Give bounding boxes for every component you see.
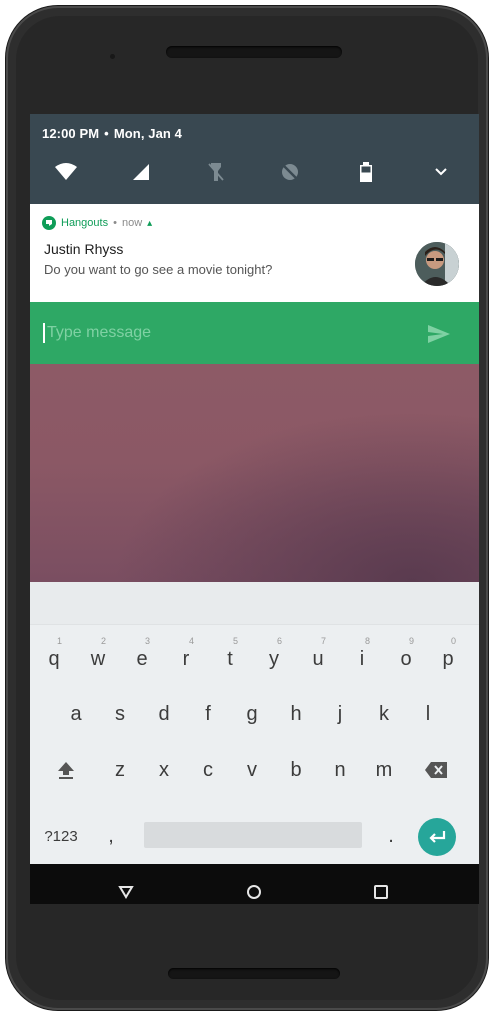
key-e[interactable]: 3e	[122, 632, 162, 680]
avatar	[415, 242, 459, 286]
home-icon[interactable]	[240, 878, 268, 904]
header-separator: •	[113, 217, 117, 229]
battery-icon[interactable]	[352, 158, 380, 186]
key-g[interactable]: g	[232, 690, 272, 738]
text-cursor	[43, 323, 45, 343]
backspace-key[interactable]	[416, 746, 456, 794]
wifi-icon[interactable]	[52, 158, 80, 186]
key-hint: 7	[320, 636, 326, 646]
key-t[interactable]: 5t	[210, 632, 250, 680]
key-k[interactable]: k	[364, 690, 404, 738]
key-s[interactable]: s	[100, 690, 140, 738]
keyboard: 1q 2w 3e 4r 5t 6y 7u 8i 9o 0p a s d f g …	[30, 582, 479, 864]
message-preview: Do you want to go see a movie tonight?	[44, 262, 273, 277]
hangouts-notification[interactable]: Hangouts • now ▴ Justin Rhyss Do you wan…	[30, 204, 479, 302]
key-y[interactable]: 6y	[254, 632, 294, 680]
key-j[interactable]: j	[320, 690, 360, 738]
key-l[interactable]: l	[408, 690, 448, 738]
key-label: w	[90, 647, 106, 670]
key-label: e	[136, 647, 148, 670]
key-d[interactable]: d	[144, 690, 184, 738]
expand-chevron-icon[interactable]	[427, 158, 455, 186]
status-time: 12:00 PM	[42, 126, 100, 141]
key-f[interactable]: f	[188, 690, 228, 738]
key-n[interactable]: n	[320, 746, 360, 794]
backspace-icon	[425, 762, 447, 778]
key-a[interactable]: a	[56, 690, 96, 738]
key-label: o	[400, 647, 412, 670]
key-hint: 3	[144, 636, 150, 646]
send-icon[interactable]	[426, 321, 452, 347]
flashlight-off-icon[interactable]	[202, 158, 230, 186]
key-label: y	[269, 647, 279, 670]
symbols-key[interactable]: ?123	[34, 812, 88, 860]
key-label: i	[359, 647, 365, 670]
navigation-bar	[30, 864, 479, 904]
key-hint: 4	[188, 636, 194, 646]
status-separator: •	[104, 126, 109, 141]
enter-icon	[429, 831, 446, 843]
earpiece-speaker	[166, 46, 342, 58]
key-label: t	[227, 647, 233, 670]
notification-header: Hangouts • now ▴	[42, 216, 152, 230]
screen: 12:00 PM • Mon, Jan 4 Hangouts • now ▴ J…	[30, 114, 479, 904]
key-hint: 1	[56, 636, 62, 646]
wallpaper	[30, 364, 479, 582]
key-r[interactable]: 4r	[166, 632, 206, 680]
key-hint: 0	[450, 636, 456, 646]
back-icon[interactable]	[112, 878, 140, 904]
key-label: r	[182, 647, 190, 670]
status-line: 12:00 PM • Mon, Jan 4	[42, 126, 182, 141]
key-z[interactable]: z	[100, 746, 140, 794]
notification-time: now	[121, 217, 143, 229]
period-key[interactable]: .	[376, 812, 406, 860]
status-date: Mon, Jan 4	[113, 126, 183, 141]
key-b[interactable]: b	[276, 746, 316, 794]
key-hint: 5	[232, 636, 238, 646]
key-q[interactable]: 1q	[34, 632, 74, 680]
hangouts-icon	[42, 216, 56, 230]
bottom-speaker	[168, 968, 340, 979]
key-label: q	[48, 647, 60, 670]
recents-icon[interactable]	[367, 878, 395, 904]
key-m[interactable]: m	[364, 746, 404, 794]
sender-name: Justin Rhyss	[44, 241, 124, 257]
app-name: Hangouts	[61, 217, 109, 229]
spacebar[interactable]	[144, 822, 362, 848]
key-c[interactable]: c	[188, 746, 228, 794]
key-i[interactable]: 8i	[342, 632, 382, 680]
reply-message-input[interactable]	[47, 320, 407, 346]
front-camera	[110, 54, 115, 59]
auto-rotate-off-icon[interactable]	[276, 158, 304, 186]
key-o[interactable]: 9o	[386, 632, 426, 680]
key-hint: 6	[276, 636, 282, 646]
quick-settings-panel: 12:00 PM • Mon, Jan 4	[30, 114, 479, 204]
reply-bar	[30, 302, 479, 364]
cellular-signal-icon[interactable]	[127, 158, 155, 186]
key-v[interactable]: v	[232, 746, 272, 794]
suggestion-strip	[30, 582, 479, 625]
key-x[interactable]: x	[144, 746, 184, 794]
collapse-arrow-icon[interactable]: ▴	[147, 218, 152, 229]
key-p[interactable]: 0p	[428, 632, 468, 680]
key-hint: 9	[408, 636, 414, 646]
key-label: u	[312, 647, 324, 670]
key-w[interactable]: 2w	[78, 632, 118, 680]
key-h[interactable]: h	[276, 690, 316, 738]
quick-settings-row	[30, 152, 479, 192]
key-label: p	[442, 647, 454, 670]
key-hint: 2	[100, 636, 106, 646]
shift-key[interactable]	[46, 746, 86, 794]
shift-icon	[58, 762, 74, 779]
key-hint: 8	[364, 636, 370, 646]
enter-key[interactable]	[418, 818, 456, 856]
key-u[interactable]: 7u	[298, 632, 338, 680]
comma-key[interactable]: ,	[96, 812, 126, 860]
